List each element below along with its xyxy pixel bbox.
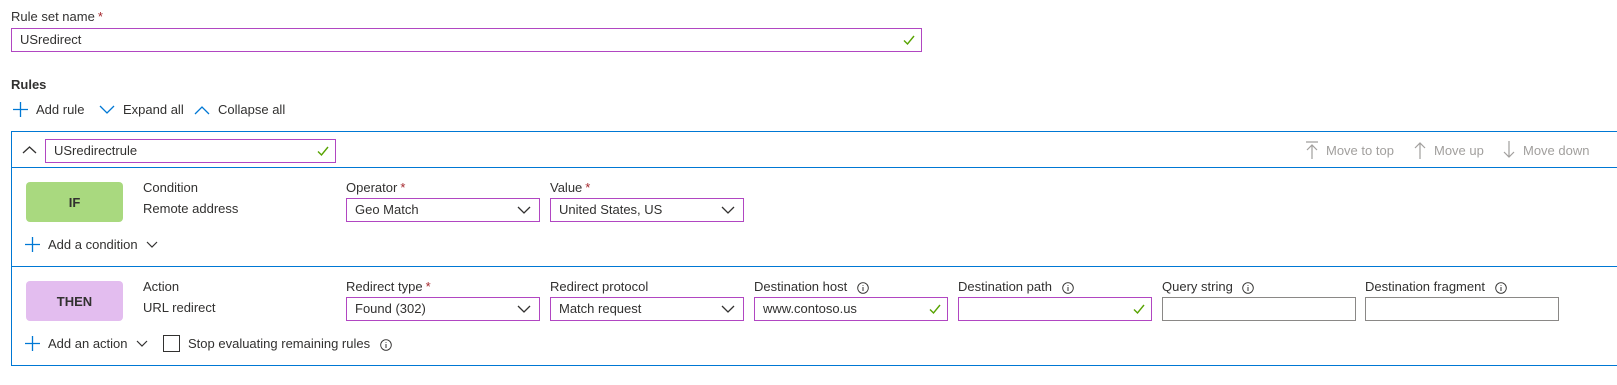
stop-evaluating-checkbox[interactable] — [163, 335, 180, 352]
expand-all-button[interactable]: Expand all — [99, 102, 184, 117]
plus-icon — [13, 102, 28, 117]
add-condition-button[interactable]: Add a condition — [25, 237, 158, 252]
info-icon[interactable] — [1061, 281, 1074, 294]
arrow-up-icon — [1414, 142, 1426, 159]
chevron-up-icon — [194, 105, 210, 114]
condition-type: Remote address — [143, 201, 239, 216]
ruleset-name-input[interactable]: USredirect — [11, 28, 922, 52]
value-label: Value * — [550, 180, 591, 195]
rule-name-input[interactable]: USredirectrule — [45, 139, 336, 163]
value-dropdown[interactable]: United States, US — [550, 198, 744, 222]
check-icon — [1133, 304, 1145, 315]
arrow-down-icon — [1503, 141, 1515, 158]
operator-label: Operator * — [346, 180, 406, 195]
add-rule-button[interactable]: Add rule — [13, 102, 84, 117]
then-badge: THEN — [26, 281, 123, 321]
action-label: Action — [143, 279, 180, 294]
check-icon — [929, 304, 941, 315]
destination-path-label: Destination path — [958, 279, 1074, 294]
collapse-all-button[interactable]: Collapse all — [194, 102, 285, 117]
condition-label: Condition — [143, 180, 198, 195]
ruleset-name-label: Rule set name * — [11, 9, 103, 24]
move-to-top-button[interactable]: Move to top — [1306, 141, 1394, 159]
divider — [12, 167, 1617, 168]
action-type: URL redirect — [143, 300, 216, 315]
if-badge: IF — [26, 182, 123, 222]
rule-card: USredirectrule Move to top Move up Move … — [11, 131, 1617, 366]
destination-fragment-label: Destination fragment — [1365, 279, 1507, 294]
chevron-down-icon — [517, 206, 531, 214]
move-up-button[interactable]: Move up — [1414, 141, 1484, 159]
chevron-down-icon — [517, 305, 531, 313]
redirect-protocol-label: Redirect protocol — [550, 279, 649, 294]
destination-path-input[interactable] — [958, 297, 1152, 321]
add-action-button[interactable]: Add an action — [25, 336, 148, 351]
chevron-down-icon — [136, 340, 147, 347]
plus-icon — [25, 336, 40, 351]
info-icon[interactable] — [857, 281, 869, 294]
arrow-up-to-top-icon — [1306, 141, 1318, 159]
chevron-down-icon — [146, 241, 158, 248]
info-icon[interactable] — [1242, 281, 1255, 294]
plus-icon — [25, 237, 40, 252]
redirect-type-dropdown[interactable]: Found (302) — [346, 297, 540, 321]
stop-evaluating-label: Stop evaluating remaining rules — [188, 336, 392, 351]
redirect-protocol-dropdown[interactable]: Match request — [550, 297, 744, 321]
check-icon — [903, 35, 915, 46]
chevron-down-icon — [99, 105, 115, 114]
rules-heading: Rules — [11, 77, 47, 92]
info-icon[interactable] — [379, 338, 392, 351]
info-icon[interactable] — [1494, 281, 1507, 294]
check-icon — [317, 146, 329, 157]
divider — [12, 266, 1617, 267]
move-down-button[interactable]: Move down — [1503, 141, 1589, 159]
destination-fragment-input[interactable] — [1365, 297, 1559, 321]
redirect-type-label: Redirect type * — [346, 279, 431, 294]
operator-dropdown[interactable]: Geo Match — [346, 198, 540, 222]
destination-host-label: Destination host — [754, 279, 869, 294]
collapse-rule-chevron-icon[interactable] — [22, 145, 37, 155]
chevron-down-icon — [721, 206, 735, 214]
query-string-input[interactable] — [1162, 297, 1356, 321]
query-string-label: Query string — [1162, 279, 1255, 294]
chevron-down-icon — [721, 305, 735, 313]
destination-host-input[interactable]: www.contoso.us — [754, 297, 948, 321]
